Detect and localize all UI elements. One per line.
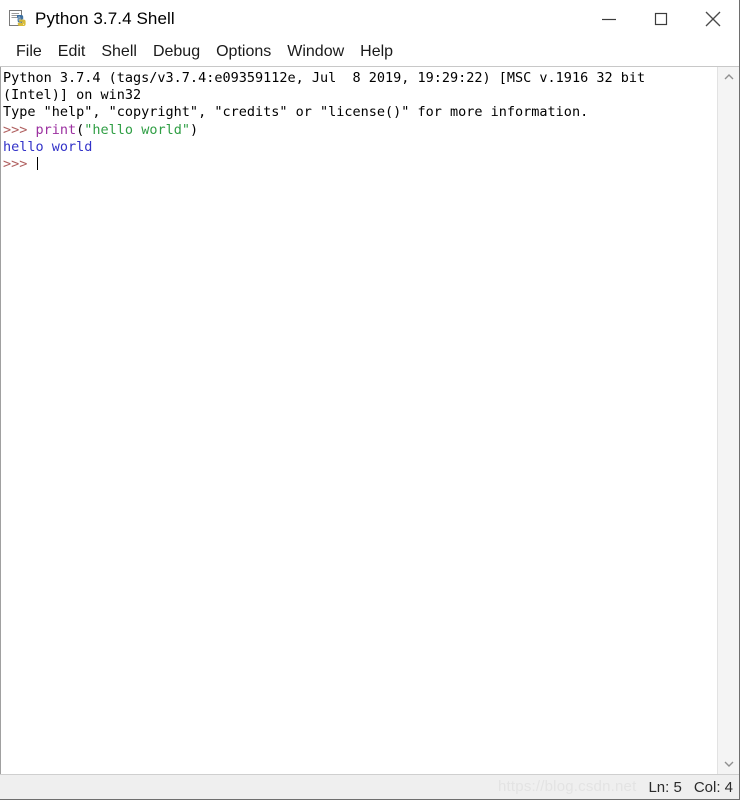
title-bar: Python 3.7.4 Shell (0, 0, 739, 38)
menu-item-edit[interactable]: Edit (50, 41, 94, 64)
window-controls (583, 0, 739, 38)
shell-body: Python 3.7.4 (tags/v3.7.4:e09359112e, Ju… (0, 67, 739, 774)
close-icon (705, 11, 721, 27)
maximize-button[interactable] (635, 0, 687, 38)
menu-item-shell[interactable]: Shell (93, 41, 145, 64)
banner-line-2: (Intel)] on win32 (3, 87, 717, 104)
console-token-punct: ) (189, 121, 199, 138)
scrollbar-track[interactable] (718, 87, 740, 754)
python-file-icon (8, 9, 28, 29)
input-line-1: >>> print("hello world") (3, 122, 717, 139)
console-token-string: "hello world" (84, 121, 190, 138)
banner-line-1: Python 3.7.4 (tags/v3.7.4:e09359112e, Ju… (3, 70, 717, 87)
scroll-up-button[interactable] (718, 67, 740, 87)
status-bar: https://blog.csdn.net Ln: 5 Col: 4 (0, 774, 739, 799)
text-caret (36, 157, 38, 171)
menu-item-help[interactable]: Help (352, 41, 401, 64)
maximize-icon (654, 12, 668, 26)
console-output[interactable]: Python 3.7.4 (tags/v3.7.4:e09359112e, Ju… (3, 70, 717, 173)
menu-item-debug[interactable]: Debug (145, 41, 208, 64)
console-token-prompt: >>> (3, 121, 36, 138)
console-token-stdout: hello world (3, 138, 93, 155)
shell-text-area[interactable]: Python 3.7.4 (tags/v3.7.4:e09359112e, Ju… (0, 67, 717, 774)
chevron-down-icon (724, 761, 733, 767)
minimize-icon (602, 18, 616, 21)
close-button[interactable] (687, 0, 739, 38)
output-line-1: hello world (3, 139, 717, 156)
menu-bar: File Edit Shell Debug Options Window Hel… (0, 38, 739, 67)
console-token-plain: (Intel)] on win32 (3, 87, 142, 104)
banner-line-3: Type "help", "copyright", "credits" or "… (3, 104, 717, 121)
window-title: Python 3.7.4 Shell (35, 9, 175, 28)
minimize-button[interactable] (583, 0, 635, 38)
python-idle-shell-window: Python 3.7.4 Shell File Edit Shell Debug… (0, 0, 740, 800)
input-line-2: >>> (3, 156, 717, 173)
console-token-plain: Type "help", "copyright", "credits" or "… (3, 104, 589, 121)
status-line-indicator: Ln: 5 (648, 778, 682, 796)
vertical-scrollbar[interactable] (717, 67, 739, 774)
console-token-plain: Python 3.7.4 (tags/v3.7.4:e09359112e, Ju… (3, 70, 646, 86)
status-col-indicator: Col: 4 (693, 778, 733, 796)
scroll-down-button[interactable] (718, 754, 740, 774)
menu-item-file[interactable]: File (8, 41, 50, 64)
menu-item-window[interactable]: Window (279, 41, 352, 64)
watermark-text: https://blog.csdn.net (498, 778, 637, 795)
menu-item-options[interactable]: Options (208, 41, 279, 64)
chevron-up-icon (724, 74, 733, 80)
console-token-prompt: >>> (3, 156, 36, 173)
console-token-builtin: print (35, 121, 77, 138)
